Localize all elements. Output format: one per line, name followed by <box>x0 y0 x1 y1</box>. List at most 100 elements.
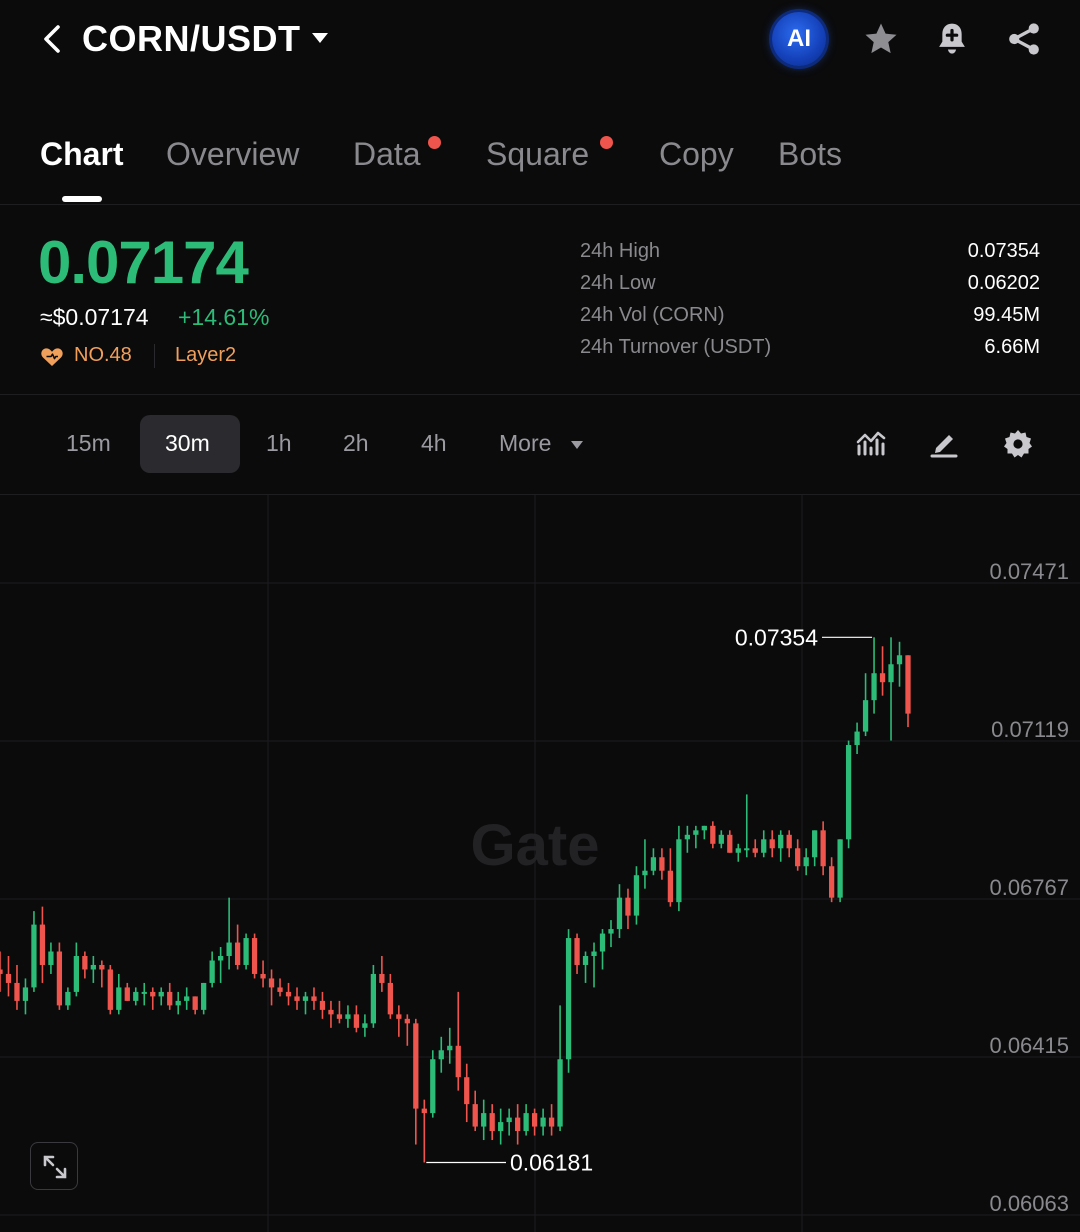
candle-body <box>489 1113 495 1132</box>
candle-body <box>778 834 784 849</box>
tab-overview[interactable]: Overview <box>166 136 299 173</box>
tab-square[interactable]: Square <box>486 136 589 173</box>
fiat-price: ≈$0.07174 <box>40 304 149 330</box>
candle <box>727 830 733 853</box>
candle-body <box>150 991 156 997</box>
candle <box>0 951 3 992</box>
timeframe-1h[interactable]: 1h <box>266 430 292 457</box>
candle <box>56 942 63 1010</box>
timeframe-15m[interactable]: 15m <box>66 430 111 457</box>
candle <box>328 1000 334 1028</box>
candle-body <box>854 731 860 746</box>
y-axis-tick-label: 0.06063 <box>989 1191 1069 1216</box>
candle <box>803 848 809 876</box>
tab-copy[interactable]: Copy <box>659 136 734 173</box>
candle <box>599 929 606 970</box>
indicators-icon[interactable] <box>855 428 887 460</box>
candle-body <box>82 956 88 970</box>
chart-settings-gear-icon[interactable] <box>1002 428 1034 460</box>
candle-body <box>56 951 63 1006</box>
candle-body <box>243 938 249 965</box>
fullscreen-button[interactable] <box>30 1142 78 1190</box>
candle-body <box>871 673 877 701</box>
candle <box>150 987 156 1010</box>
favorite-star-icon[interactable] <box>862 20 900 58</box>
candle-body <box>531 1113 538 1127</box>
candle <box>336 1000 343 1024</box>
candle <box>684 825 690 853</box>
timeframe-2h[interactable]: 2h <box>343 430 369 457</box>
candle <box>430 1050 436 1118</box>
candle <box>472 1090 478 1132</box>
candle-body <box>557 1059 563 1127</box>
candle-body <box>896 655 903 665</box>
candle <box>854 722 860 755</box>
candle-body <box>727 834 733 853</box>
market-rank[interactable]: NO.48 <box>74 344 132 367</box>
candle-body <box>285 991 292 997</box>
candle <box>616 884 623 939</box>
candle-body <box>498 1122 504 1132</box>
candle-body <box>879 673 886 683</box>
candle-body <box>353 1014 360 1028</box>
divider <box>0 204 1080 205</box>
candle <box>718 830 724 849</box>
back-arrow-icon[interactable] <box>40 22 66 56</box>
candle <box>22 978 29 1015</box>
pair-title[interactable]: CORN/USDT <box>82 18 301 60</box>
stat-24h-high-value: 0.07354 <box>967 240 1040 262</box>
candle <box>481 1099 487 1141</box>
candle <box>158 987 164 1006</box>
candle <box>523 1104 529 1136</box>
candle <box>565 929 572 1073</box>
candle <box>302 991 309 1015</box>
candle <box>633 866 640 925</box>
candle <box>642 839 648 889</box>
candlestick-chart[interactable]: 0.07471 0.07119 0.06767 0.06415 0.06063 Gate… <box>0 495 1080 1232</box>
candle-body <box>404 1018 410 1024</box>
candle <box>5 956 12 997</box>
chevron-down-icon[interactable] <box>570 440 584 450</box>
ai-assistant-button[interactable]: AI <box>772 12 826 66</box>
candle <box>319 991 326 1019</box>
candle <box>574 933 580 974</box>
tab-chart[interactable]: Chart <box>40 136 124 173</box>
candle-body <box>0 969 3 974</box>
candle-body <box>481 1113 487 1127</box>
candle <box>862 673 869 737</box>
candle-body <box>201 982 207 1010</box>
candle <box>447 1027 453 1064</box>
candle-body <box>837 839 843 898</box>
timeframe-more[interactable]: More <box>499 430 551 457</box>
share-icon[interactable] <box>1006 20 1042 58</box>
candle-body <box>319 1000 326 1010</box>
candle <box>353 1005 360 1033</box>
candle <box>498 1108 504 1145</box>
candle <box>201 982 207 1015</box>
candle-body <box>862 700 869 732</box>
candle <box>888 637 894 741</box>
timeframe-30m[interactable]: 30m <box>165 430 210 457</box>
candle <box>879 646 886 696</box>
chevron-down-icon[interactable] <box>310 31 330 45</box>
candle <box>812 830 818 867</box>
price-alert-bell-icon[interactable] <box>934 20 970 58</box>
candle-body <box>803 857 809 867</box>
draw-tool-icon[interactable] <box>928 428 960 460</box>
candle <box>608 920 614 948</box>
candle-body <box>608 929 614 934</box>
category-tag[interactable]: Layer2 <box>175 344 236 367</box>
candle <box>184 987 190 1010</box>
candle-body <box>184 996 190 1001</box>
price-change-percent: +14.61% <box>178 304 270 330</box>
timeframe-4h[interactable]: 4h <box>421 430 447 457</box>
candle-body <box>667 870 674 903</box>
candle <box>268 969 275 1006</box>
candle-body <box>735 848 741 853</box>
candle-body <box>116 987 122 1010</box>
candle <box>582 951 589 983</box>
tab-data[interactable]: Data <box>353 136 421 173</box>
tab-bots[interactable]: Bots <box>778 136 842 173</box>
y-axis-tick-label: 0.07119 <box>991 717 1069 742</box>
candle-body <box>39 924 46 965</box>
